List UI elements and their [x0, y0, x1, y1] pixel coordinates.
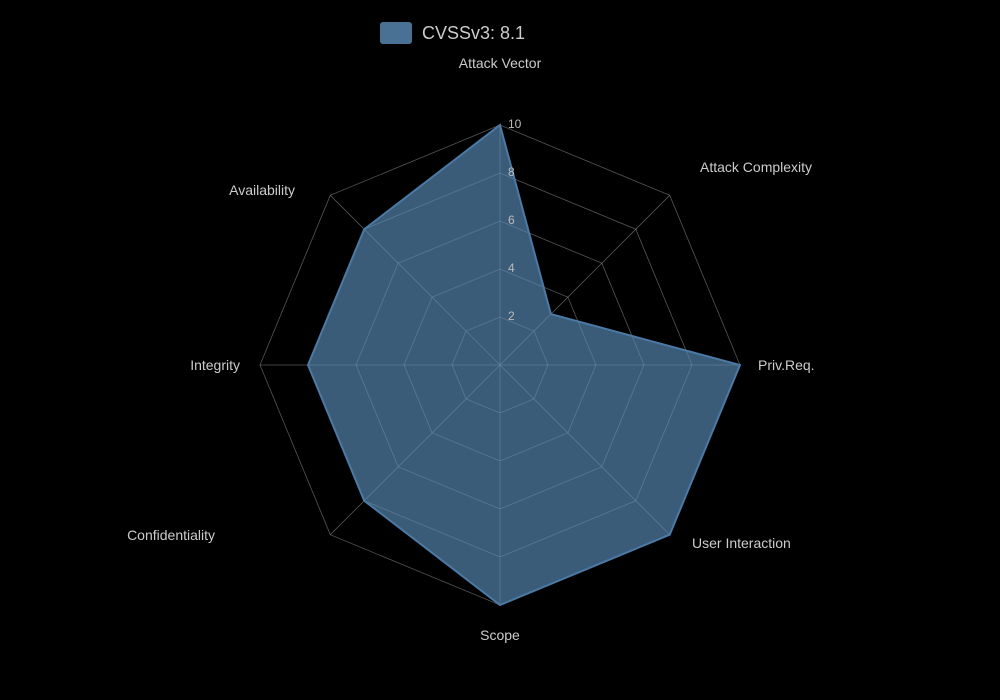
legend-color-box: [380, 22, 412, 44]
legend-label: CVSSv3: 8.1: [422, 23, 525, 43]
radar-data-polygon: [308, 125, 740, 605]
label-attack-vector: Attack Vector: [459, 55, 542, 71]
label-availability: Availability: [229, 182, 295, 198]
label-scope: Scope: [480, 627, 520, 643]
scale-label-6: 6: [508, 213, 515, 227]
label-user-interaction: User Interaction: [692, 535, 791, 551]
label-priv-req: Priv.Req.: [758, 357, 815, 373]
scale-label-4: 4: [508, 261, 515, 275]
chart-container: CVSSv3: 8.1: [0, 0, 1000, 700]
scale-label-2: 2: [508, 309, 515, 323]
label-integrity: Integrity: [190, 357, 240, 373]
label-confidentiality: Confidentiality: [127, 527, 215, 543]
scale-label-8: 8: [508, 165, 515, 179]
label-attack-complexity: Attack Complexity: [700, 159, 812, 175]
scale-label-10: 10: [508, 117, 522, 131]
